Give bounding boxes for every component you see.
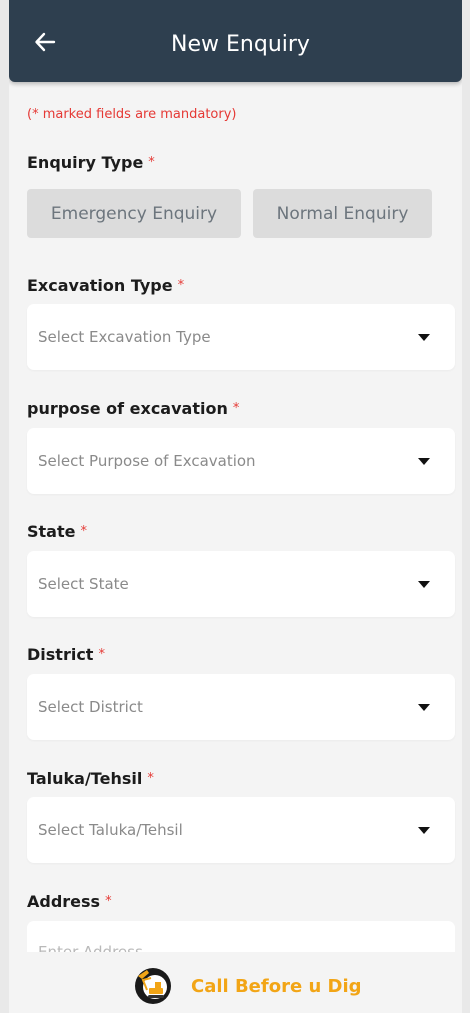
district-dropdown[interactable]: Select District xyxy=(27,674,455,740)
caret-down-icon xyxy=(418,827,430,834)
taluka-label-text: Taluka/Tehsil xyxy=(27,769,143,788)
mandatory-note: (* marked fields are mandatory) xyxy=(27,107,237,122)
required-marker: * xyxy=(232,401,240,416)
state-label-text: State xyxy=(27,522,76,541)
district-placeholder: Select District xyxy=(38,698,143,716)
caret-down-icon xyxy=(418,704,430,711)
taluka-label: Taluka/Tehsil * xyxy=(27,768,154,790)
purpose-label-text: purpose of excavation xyxy=(27,399,228,418)
excavation-type-label-text: Excavation Type xyxy=(27,276,173,295)
enquiry-type-label-text: Enquiry Type xyxy=(27,153,144,172)
footer: Call Before u Dig xyxy=(9,952,462,1013)
taluka-dropdown[interactable]: Select Taluka/Tehsil xyxy=(27,797,455,863)
caret-down-icon xyxy=(418,581,430,588)
required-marker: * xyxy=(98,647,105,662)
address-label: Address * xyxy=(27,891,112,913)
brand-name: Call Before u Dig xyxy=(191,976,362,997)
emergency-enquiry-button[interactable]: Emergency Enquiry xyxy=(27,189,241,238)
purpose-placeholder: Select Purpose of Excavation xyxy=(38,452,256,470)
page-title: New Enquiry xyxy=(171,32,310,57)
required-marker: * xyxy=(148,155,155,170)
enquiry-type-label: Enquiry Type * xyxy=(27,152,155,174)
district-label-text: District xyxy=(27,645,94,664)
caret-down-icon xyxy=(418,334,430,341)
taluka-placeholder: Select Taluka/Tehsil xyxy=(38,821,183,839)
excavation-type-label: Excavation Type * xyxy=(27,275,184,297)
enquiry-form: (* marked fields are mandatory) Enquiry … xyxy=(9,82,462,952)
excavation-type-placeholder: Select Excavation Type xyxy=(38,328,211,346)
state-placeholder: Select State xyxy=(38,575,129,593)
screen: New Enquiry (* marked fields are mandato… xyxy=(9,0,462,1013)
caret-down-icon xyxy=(418,458,430,465)
required-marker: * xyxy=(177,278,185,293)
purpose-label: purpose of excavation * xyxy=(27,398,239,420)
required-marker: * xyxy=(105,894,112,909)
excavation-type-dropdown[interactable]: Select Excavation Type xyxy=(27,304,455,370)
state-label: State * xyxy=(27,521,87,543)
address-placeholder: Enter Address xyxy=(38,943,143,952)
excavator-logo-icon xyxy=(135,968,171,1004)
state-dropdown[interactable]: Select State xyxy=(27,551,455,617)
required-marker: * xyxy=(147,771,154,786)
app-bar: New Enquiry xyxy=(9,0,462,82)
address-label-text: Address xyxy=(27,892,101,911)
normal-enquiry-button[interactable]: Normal Enquiry xyxy=(253,189,432,238)
purpose-dropdown[interactable]: Select Purpose of Excavation xyxy=(27,428,455,494)
address-input[interactable]: Enter Address xyxy=(27,921,455,952)
district-label: District * xyxy=(27,644,105,666)
required-marker: * xyxy=(80,524,87,539)
